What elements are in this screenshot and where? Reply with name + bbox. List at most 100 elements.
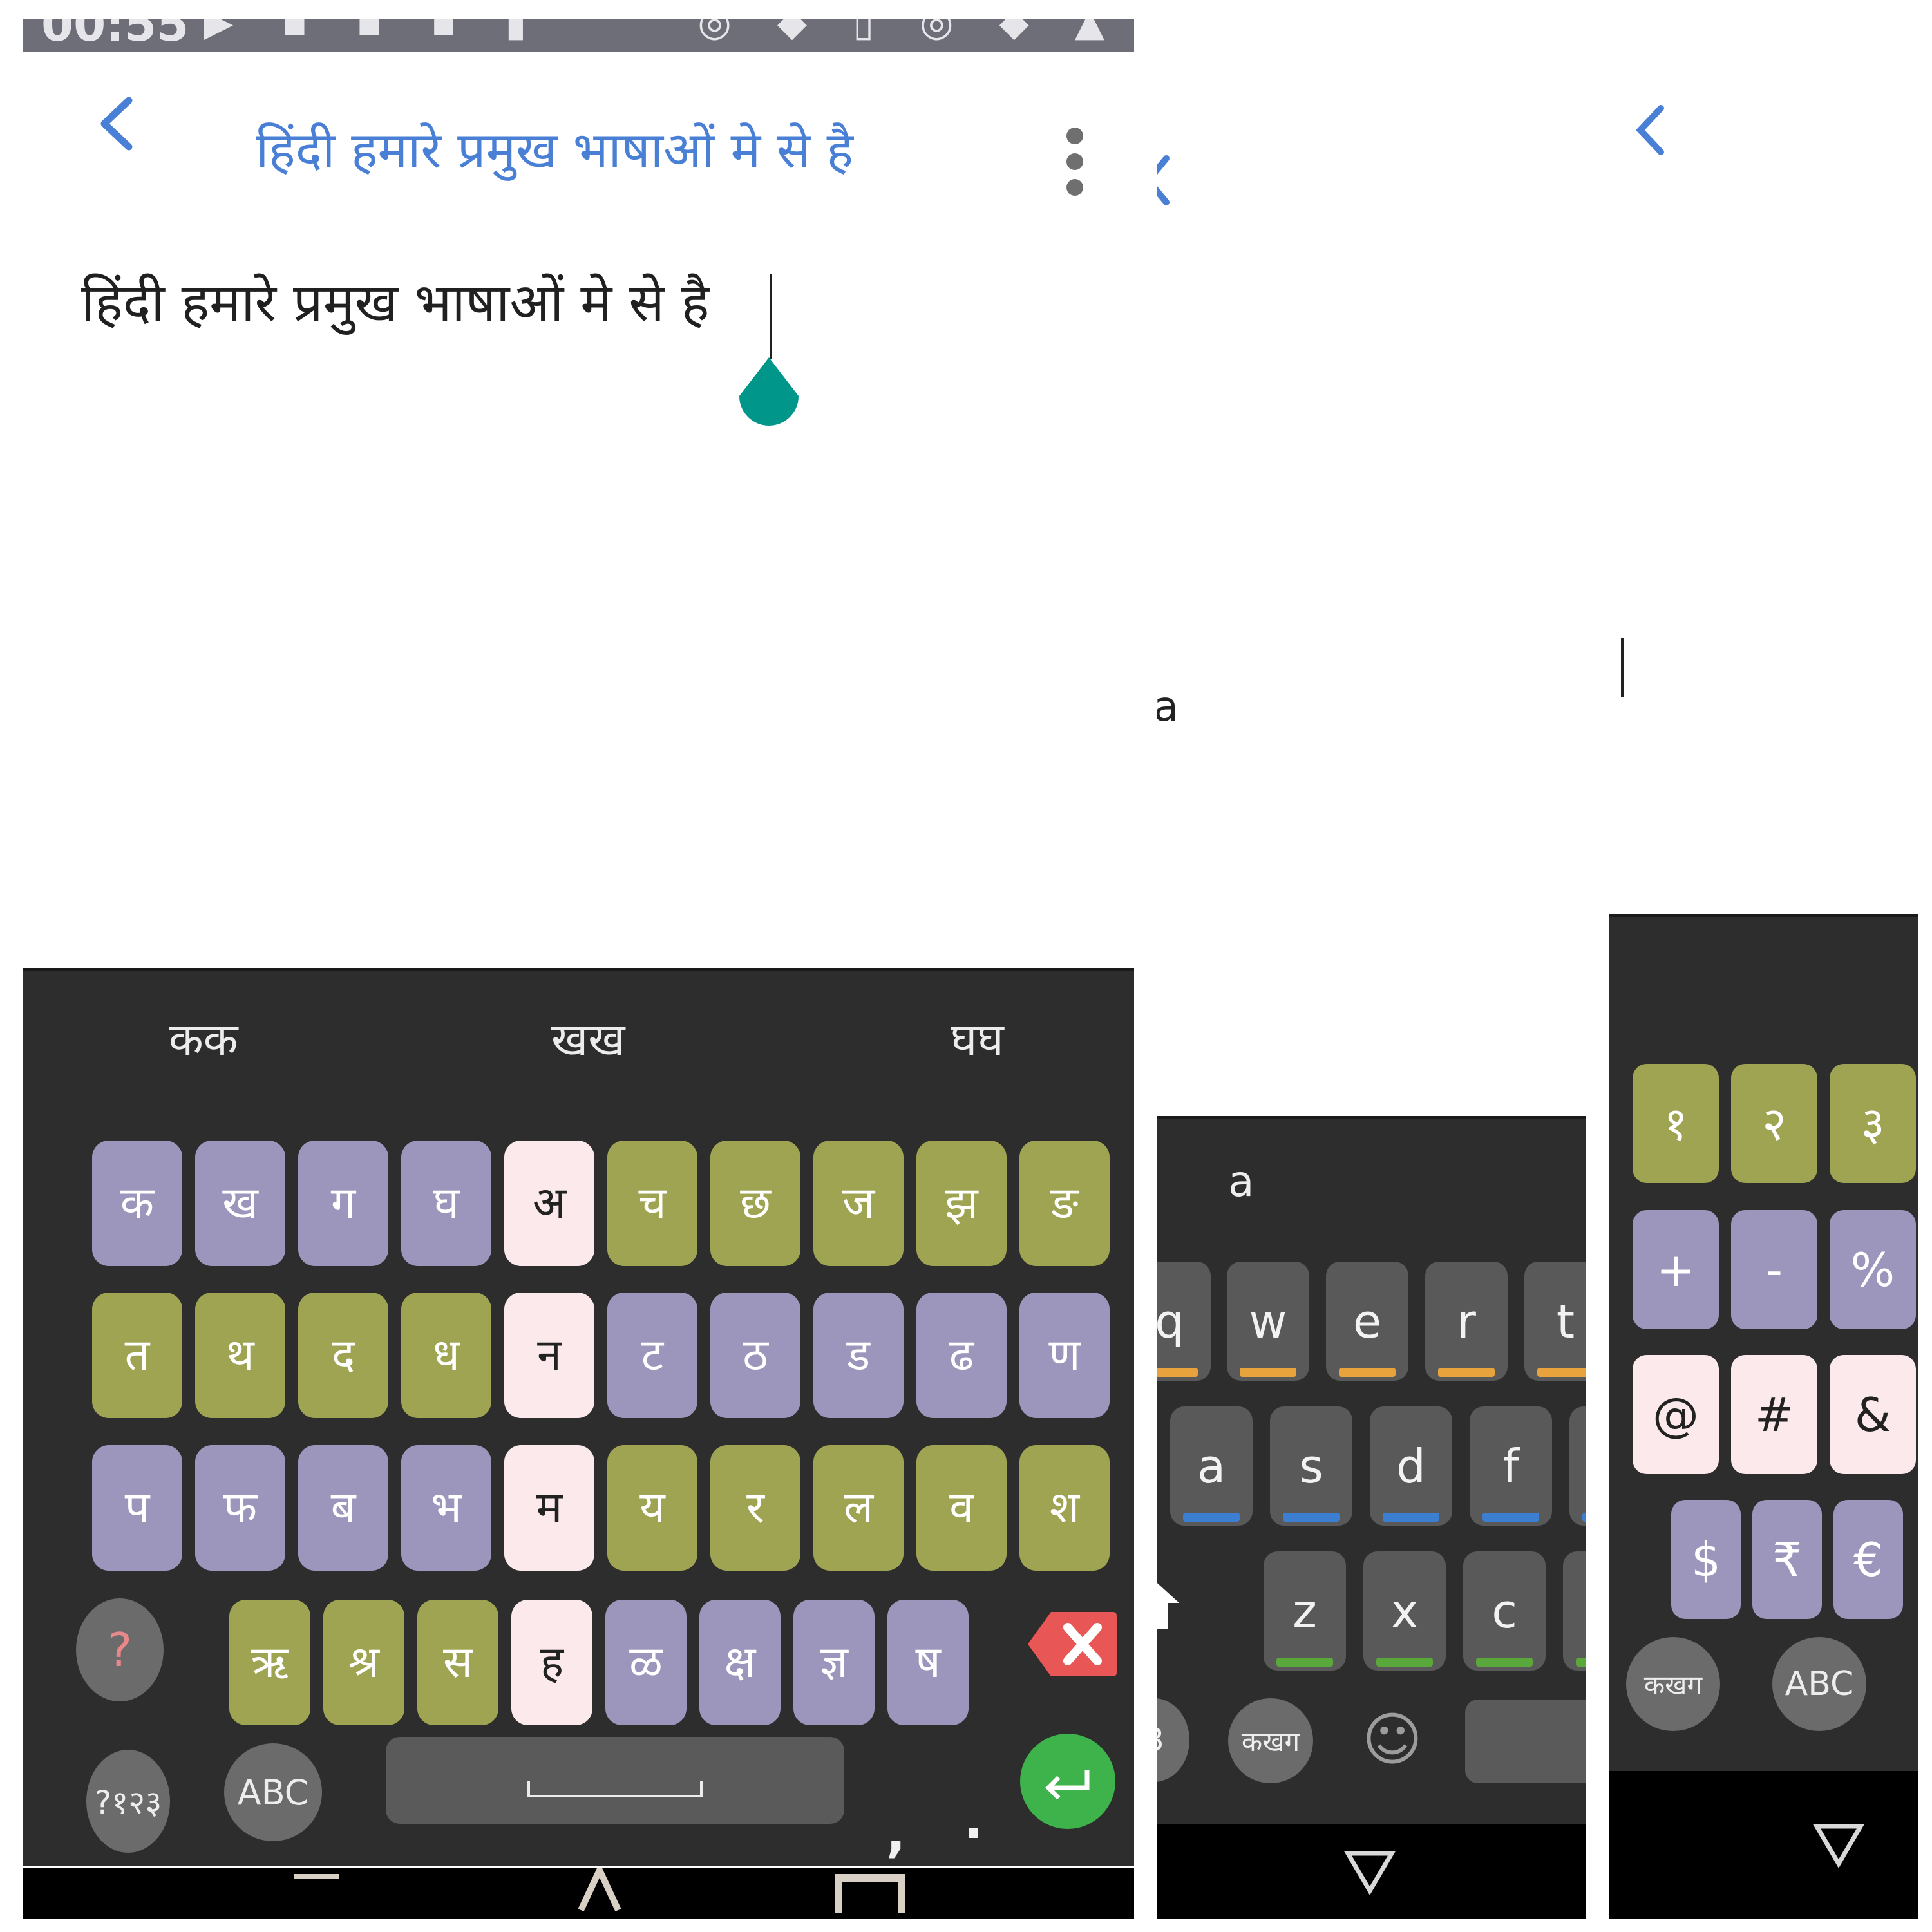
key-r[interactable]: r (1425, 1262, 1508, 1381)
key-e[interactable]: e (1326, 1262, 1408, 1381)
key-pa[interactable]: प (92, 1445, 182, 1571)
key-shra[interactable]: श्र (323, 1600, 404, 1725)
key-tta[interactable]: ट (607, 1293, 697, 1418)
help-key[interactable]: ? (76, 1598, 164, 1701)
comma-key[interactable]: , (886, 1808, 905, 1859)
key-bha[interactable]: भ (401, 1445, 491, 1571)
delete-icon[interactable] (1028, 1612, 1117, 1676)
key-dha[interactable]: ध (401, 1293, 491, 1418)
key-ksha[interactable]: क्ष (699, 1600, 781, 1725)
key-ka[interactable]: क (92, 1141, 182, 1266)
key-na[interactable]: न (504, 1293, 594, 1418)
status-notification-icons: ▶ ▪ ▪ ▪ ▮ (204, 19, 545, 45)
key-gha[interactable]: घ (401, 1141, 491, 1266)
key-hash[interactable]: # (1731, 1355, 1817, 1474)
key-z[interactable]: z (1264, 1551, 1346, 1671)
shift-icon[interactable] (1157, 1577, 1183, 1629)
key-ampersand[interactable]: & (1830, 1355, 1916, 1474)
suggestion-3[interactable]: घघ (951, 1017, 1004, 1062)
key-pha[interactable]: फ (195, 1445, 285, 1571)
key-d[interactable]: d (1370, 1406, 1452, 1526)
key-q[interactable]: q (1157, 1262, 1211, 1381)
devanagari-key[interactable]: कखग (1228, 1698, 1313, 1783)
key-kha[interactable]: ख (195, 1141, 285, 1266)
status-bar: 00:55 ▶ ▪ ▪ ▪ ▮ ◎ ◆ ▯ ◎ ◆ ▲ (23, 19, 1134, 52)
key-ttha[interactable]: ठ (710, 1293, 800, 1418)
back-arrow-icon[interactable] (1635, 104, 1665, 156)
latin-keyboard-screen: a a q w e r t a s d f z x c 3 कखग ☺ (1157, 19, 1586, 1919)
key-one[interactable]: १ (1633, 1064, 1719, 1183)
key-ba[interactable]: ब (298, 1445, 388, 1571)
key-two[interactable]: २ (1731, 1064, 1817, 1183)
key-chha[interactable]: छ (710, 1141, 800, 1266)
back-arrow-icon[interactable] (1157, 155, 1170, 206)
period-key[interactable]: . (963, 1795, 983, 1846)
nav-back-icon[interactable] (287, 1874, 345, 1913)
abc-key[interactable]: ABC (1772, 1637, 1866, 1731)
key-gya[interactable]: ज्ञ (793, 1600, 875, 1725)
key-cha[interactable]: च (607, 1141, 697, 1266)
key-f[interactable]: f (1470, 1406, 1552, 1526)
key-a[interactable]: a (1170, 1406, 1253, 1526)
suggestion-1[interactable]: कक (169, 1017, 238, 1062)
key-three[interactable]: ३ (1830, 1064, 1916, 1183)
suggestion-2[interactable]: खख (551, 1017, 625, 1062)
key-sha[interactable]: श (1019, 1445, 1110, 1571)
key-ta[interactable]: त (92, 1293, 182, 1418)
key-ra[interactable]: र (710, 1445, 800, 1571)
cursor-handle-icon[interactable] (735, 357, 802, 435)
key-ri[interactable]: ऋ (229, 1600, 310, 1725)
enter-icon (1045, 1770, 1090, 1800)
key-s[interactable]: s (1270, 1406, 1352, 1526)
key-euro[interactable]: € (1833, 1500, 1903, 1619)
key-dollar[interactable]: $ (1671, 1500, 1741, 1619)
symbols-key-partial[interactable]: 3 (1157, 1698, 1189, 1782)
key-minus[interactable]: - (1731, 1210, 1817, 1329)
key-plus[interactable]: + (1633, 1210, 1719, 1329)
back-arrow-icon[interactable] (98, 97, 134, 151)
key-w[interactable]: w (1227, 1262, 1309, 1381)
key-c[interactable]: c (1463, 1551, 1546, 1671)
key-percent[interactable]: % (1830, 1210, 1916, 1329)
key-tha[interactable]: थ (195, 1293, 285, 1418)
key-lla[interactable]: ळ (605, 1600, 687, 1725)
key-sa[interactable]: स (417, 1600, 498, 1725)
key-x[interactable]: x (1363, 1551, 1446, 1671)
symbols-key[interactable]: ?१२३ (86, 1750, 170, 1853)
devanagari-key[interactable]: कखग (1626, 1637, 1720, 1731)
key-da[interactable]: द (298, 1293, 388, 1418)
key-nga[interactable]: ङ (1019, 1141, 1110, 1266)
main-screen: 00:55 ▶ ▪ ▪ ▪ ▮ ◎ ◆ ▯ ◎ ◆ ▲ हिंदी हमारे … (23, 19, 1134, 1919)
key-ga[interactable]: ग (298, 1141, 388, 1266)
key-ha[interactable]: ह (511, 1600, 592, 1725)
more-options-icon[interactable] (1066, 128, 1086, 198)
english-keyboard: a q w e r t a s d f z x c 3 कखग ☺ (1157, 1116, 1586, 1919)
key-nna[interactable]: ण (1019, 1293, 1110, 1418)
key-g-partial[interactable] (1569, 1406, 1586, 1526)
nav-home-icon[interactable] (577, 1868, 622, 1913)
nav-recents-icon[interactable] (835, 1874, 905, 1913)
space-key[interactable] (1465, 1700, 1586, 1783)
enter-key[interactable] (1020, 1734, 1115, 1829)
suggestion-1[interactable]: a (1228, 1160, 1254, 1203)
key-v-partial[interactable] (1563, 1551, 1586, 1671)
key-ja[interactable]: ज (813, 1141, 904, 1266)
space-key[interactable] (386, 1737, 844, 1824)
text-editor[interactable]: हिंदी हमारे प्रमुख भाषाओं मे से है (81, 277, 709, 330)
nav-back-icon[interactable] (1344, 1850, 1396, 1895)
nav-back-icon[interactable] (1813, 1823, 1864, 1868)
key-ma[interactable]: म (504, 1445, 594, 1571)
key-va[interactable]: व (916, 1445, 1007, 1571)
key-ddha[interactable]: ढ (916, 1293, 1007, 1418)
key-dda[interactable]: ड (813, 1293, 904, 1418)
emoji-icon[interactable]: ☺ (1362, 1711, 1423, 1769)
key-at[interactable]: @ (1633, 1355, 1719, 1474)
key-ya[interactable]: य (607, 1445, 697, 1571)
key-ssa[interactable]: ष (887, 1600, 969, 1725)
abc-key[interactable]: ABC (224, 1743, 322, 1841)
key-rupee[interactable]: ₹ (1752, 1500, 1822, 1619)
key-t[interactable]: t (1524, 1262, 1586, 1381)
key-a[interactable]: अ (504, 1141, 594, 1266)
key-jha[interactable]: झ (916, 1141, 1007, 1266)
key-la[interactable]: ल (813, 1445, 904, 1571)
